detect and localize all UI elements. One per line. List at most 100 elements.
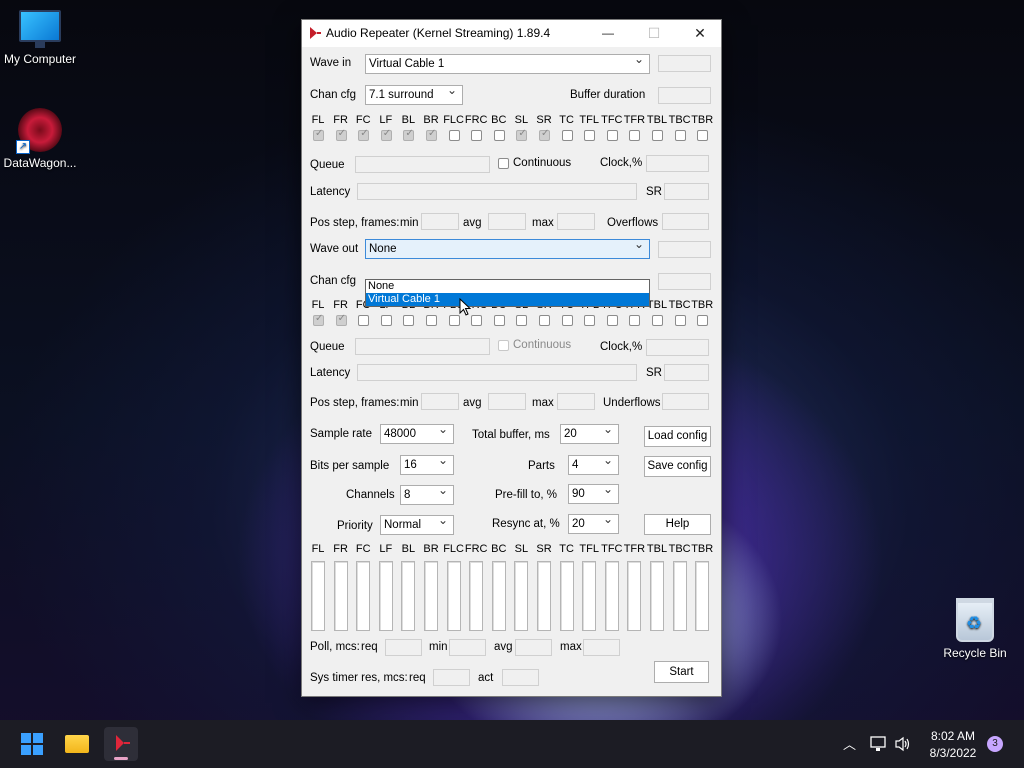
channel-label-frc: FRC: [464, 114, 488, 126]
desktop-icon-recycle-bin[interactable]: ♻ Recycle Bin: [935, 598, 1015, 660]
desktop-icon-label: Recycle Bin: [943, 646, 1007, 660]
channel-label-sr: SR: [536, 114, 552, 126]
desktop-icon-datawagon[interactable]: ↗ DataWagon...: [0, 108, 80, 170]
wave-out-format-readout: [658, 241, 711, 258]
wave-in-chan-cfg-select[interactable]: 7.1 surround: [365, 85, 463, 105]
wave-out-queue-bar: [355, 338, 490, 355]
channel-checkbox-sl[interactable]: [516, 128, 528, 141]
file-explorer-icon[interactable]: [60, 727, 94, 761]
title-bar[interactable]: Audio Repeater (Kernel Streaming) 1.89.4…: [302, 20, 721, 47]
channel-label-fc: FC: [355, 114, 371, 126]
audio-repeater-taskbar-icon[interactable]: [104, 727, 138, 761]
wave-in-pos-min-readout: [421, 213, 459, 230]
volume-icon[interactable]: [894, 736, 912, 752]
clock-date[interactable]: 8/3/2022: [922, 746, 984, 760]
channel-checkbox-tbc[interactable]: [674, 315, 686, 326]
monitor-icon: [19, 10, 61, 48]
channel-checkbox-tfr[interactable]: [629, 315, 641, 326]
resync-select[interactable]: 20: [568, 514, 619, 534]
channel-checkbox-fl[interactable]: [313, 313, 324, 326]
poll-req-readout: [385, 639, 422, 656]
channel-checkbox-tfr[interactable]: [629, 130, 641, 141]
channel-checkbox-tfl[interactable]: [584, 130, 596, 141]
save-config-button[interactable]: Save config: [644, 456, 711, 477]
channel-checkbox-tbl[interactable]: [652, 315, 663, 326]
help-button[interactable]: Help: [644, 514, 711, 535]
channel-label-tc: TC: [559, 114, 574, 126]
network-icon[interactable]: [870, 736, 888, 752]
channel-checkbox-bc[interactable]: [493, 315, 505, 326]
load-config-button[interactable]: Load config: [644, 426, 711, 447]
dropdown-option-none[interactable]: None: [366, 280, 649, 293]
channel-checkbox-flc[interactable]: [448, 315, 460, 326]
channel-checkbox-br[interactable]: [426, 128, 437, 141]
channel-checkbox-fc[interactable]: [358, 128, 370, 141]
channel-checkbox-tfc[interactable]: [606, 130, 618, 141]
channel-label-tbc: TBC: [668, 299, 691, 311]
channel-label-tfc: TFC: [601, 114, 623, 126]
sample-rate-select[interactable]: 48000: [380, 424, 454, 444]
recycle-bin-icon: ♻: [956, 598, 994, 642]
minimize-button[interactable]: —: [585, 20, 631, 47]
channel-checkbox-tc[interactable]: [561, 315, 573, 326]
window-content: Wave in Virtual Cable 1 Chan cfg 7.1 sur…: [302, 47, 721, 698]
wave-in-device-select[interactable]: Virtual Cable 1: [365, 54, 650, 74]
channel-checkbox-tfl[interactable]: [584, 315, 596, 326]
channel-checkbox-frc[interactable]: [471, 130, 483, 141]
poll-avg-readout: [515, 639, 552, 656]
channel-checkbox-bc[interactable]: [493, 130, 505, 141]
channel-label-bc: BC: [491, 543, 507, 555]
prefill-select[interactable]: 90: [568, 484, 619, 504]
total-buffer-select[interactable]: 20: [560, 424, 619, 444]
channel-label-flc: FLC: [443, 543, 464, 555]
channel-checkbox-lf[interactable]: [380, 315, 392, 326]
underflows-readout: [662, 393, 709, 410]
channel-label-tfl: TFL: [579, 543, 599, 555]
wave-in-continuous-checkbox[interactable]: [498, 158, 509, 169]
poll-label: Poll, mcs:: [310, 641, 360, 653]
channel-checkbox-fl[interactable]: [313, 128, 324, 141]
dropdown-option-virtual-cable-1[interactable]: Virtual Cable 1: [366, 293, 649, 306]
channel-label-tfr: TFR: [623, 114, 646, 126]
overflows-readout: [662, 213, 709, 230]
channel-checkbox-frc[interactable]: [471, 315, 483, 326]
channel-checkbox-tfc[interactable]: [606, 315, 618, 326]
channel-checkbox-lf[interactable]: [380, 128, 392, 141]
channels-select[interactable]: 8: [400, 485, 454, 505]
wave-out-queue-label: Queue: [310, 341, 345, 353]
resync-label: Resync at, %: [492, 518, 560, 530]
channel-checkbox-flc[interactable]: [448, 130, 460, 141]
start-menu-icon[interactable]: [15, 727, 49, 761]
bits-per-sample-select[interactable]: 16: [400, 455, 454, 475]
prefill-label: Pre-fill to, %: [495, 489, 557, 501]
channel-checkbox-tbc[interactable]: [674, 130, 686, 141]
tray-overflow-chevron-icon[interactable]: ︿: [843, 734, 856, 753]
wave-out-continuous-checkbox[interactable]: [498, 340, 509, 351]
wave-out-device-select[interactable]: None: [365, 239, 650, 259]
channel-checkbox-fr[interactable]: [335, 128, 347, 141]
channel-checkbox-sl[interactable]: [516, 315, 528, 326]
overflows-label: Overflows: [607, 217, 659, 229]
channel-label-fr: FR: [333, 299, 348, 311]
clock-time[interactable]: 8:02 AM: [922, 729, 984, 743]
priority-select[interactable]: Normal: [380, 515, 454, 535]
channel-checkbox-fr[interactable]: [335, 313, 347, 326]
desktop-icon-my-computer[interactable]: My Computer: [0, 10, 80, 66]
close-button[interactable]: ✕: [677, 20, 723, 47]
channel-checkbox-tbr[interactable]: [697, 130, 709, 141]
maximize-button[interactable]: ☐: [631, 20, 677, 47]
channels-label: Channels: [346, 489, 395, 501]
channel-checkbox-bl[interactable]: [403, 128, 415, 141]
start-button[interactable]: Start: [654, 661, 709, 683]
channel-checkbox-sr[interactable]: [539, 128, 550, 141]
channel-checkbox-tbl[interactable]: [652, 130, 663, 141]
notification-badge[interactable]: 3: [987, 736, 1003, 752]
wave-in-queue-label: Queue: [310, 159, 345, 171]
channel-checkbox-tbr[interactable]: [697, 315, 709, 326]
channel-checkbox-tc[interactable]: [561, 130, 573, 141]
channel-checkbox-fc[interactable]: [358, 315, 370, 326]
parts-select[interactable]: 4: [568, 455, 619, 475]
channel-checkbox-bl[interactable]: [403, 315, 415, 326]
channel-checkbox-sr[interactable]: [539, 315, 550, 326]
channel-checkbox-br[interactable]: [426, 315, 437, 326]
